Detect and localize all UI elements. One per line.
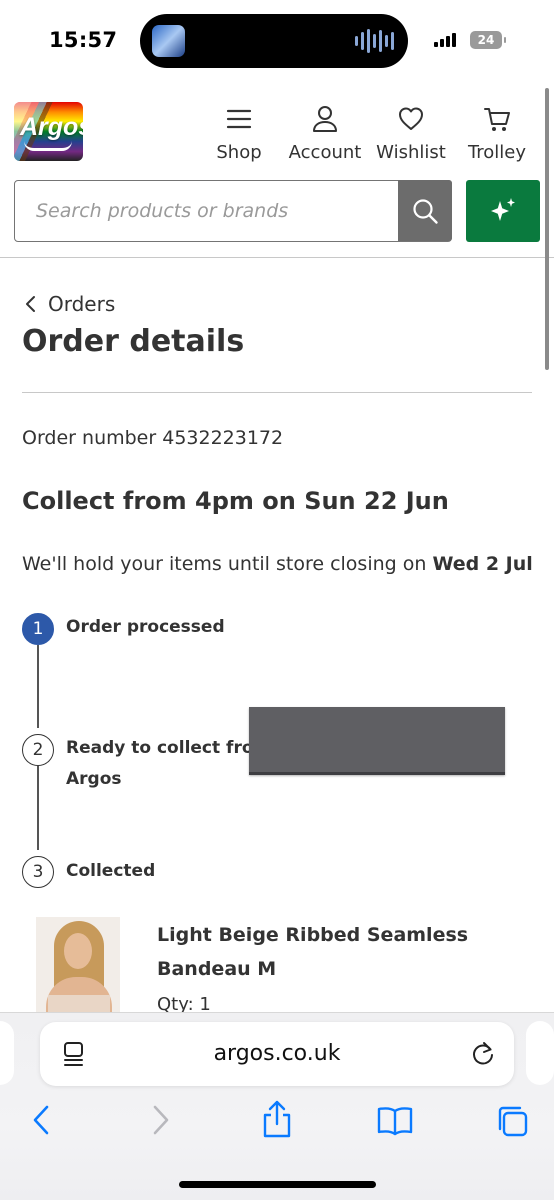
share-icon[interactable] [260,1099,294,1139]
browser-toolbar: argos.co.uk [0,1012,554,1200]
title-divider [22,392,532,393]
search-icon [413,198,438,224]
address-bar[interactable]: argos.co.uk [40,1022,514,1086]
nav-wishlist-label: Wishlist [376,142,446,163]
nav-account[interactable]: Account [287,104,363,163]
product-title[interactable]: Light Beige Ribbed Seamless Bandeau M [157,918,477,986]
tabs-icon[interactable] [494,1103,530,1139]
step-2-label-line2: Argos [66,769,122,789]
page-scrollbar[interactable] [545,88,549,370]
nav-trolley-label: Trolley [467,142,527,163]
step-connector-1 [37,645,39,728]
ai-assistant-button[interactable] [466,180,540,242]
nav-account-label: Account [288,142,362,163]
order-number: Order number 4532223172 [22,427,284,449]
home-indicator[interactable] [179,1181,376,1188]
bookmarks-icon[interactable] [376,1105,414,1137]
back-to-orders-link[interactable]: Orders [24,292,115,316]
header-divider [0,257,554,258]
step-2-label: Ready to collect from Argos [66,733,271,795]
step-1-number: 1 [32,619,44,639]
url-text: argos.co.uk [213,1041,341,1066]
logo-swoosh [24,141,72,151]
step-3-indicator: 3 [22,856,54,888]
logo-text: Argos [20,113,83,141]
back-label: Orders [48,292,116,316]
battery-level: 24 [477,33,495,47]
battery-icon: 24 [470,31,506,49]
audio-waveform-icon [355,28,394,54]
trolley-icon [484,108,510,131]
nav-wishlist[interactable]: Wishlist [375,104,447,163]
chevron-left-icon [26,296,35,312]
now-playing-artwork [152,25,185,57]
menu-icon [226,109,252,129]
previous-tab-card[interactable] [0,1021,14,1085]
cellular-signal-icon [434,33,456,47]
hold-text: We'll hold your items until store closin… [22,553,433,575]
search-input[interactable] [15,181,399,240]
step-2-number: 2 [32,740,44,760]
redaction-overlay [249,707,505,775]
search-bar [14,180,452,242]
step-connector-2 [37,766,39,850]
status-time: 15:57 [49,28,118,52]
step-3-number: 3 [32,862,44,882]
hold-notice: We'll hold your items until store closin… [22,553,533,575]
nav-trolley[interactable]: Trolley [466,104,528,163]
forward-icon[interactable] [150,1103,172,1137]
product-title-line1: Light Beige Ribbed Seamless [157,924,469,946]
collect-heading: Collect from 4pm on Sun 22 Jun [22,487,449,515]
next-tab-card[interactable] [526,1021,554,1085]
product-image-face [64,933,92,969]
user-icon [313,106,337,132]
product-image[interactable] [36,917,120,1013]
heart-icon [399,107,423,130]
nav-shop-label: Shop [216,142,262,163]
hold-date: Wed 2 Jul [432,553,533,575]
product-image-bandeau [48,995,110,1013]
reload-icon[interactable] [470,1040,496,1068]
step-3-label: Collected [66,861,156,881]
dynamic-island[interactable] [140,14,408,68]
page-title: Order details [22,324,245,359]
nav-shop[interactable]: Shop [212,104,266,163]
search-button[interactable] [398,180,452,241]
product-title-line2: Bandeau M [157,958,277,980]
step-2-indicator: 2 [22,734,54,766]
step-1-indicator: 1 [22,613,54,645]
step-2-label-line1: Ready to collect from [66,738,272,758]
argos-logo[interactable]: Argos [14,102,83,161]
step-1-label: Order processed [66,617,225,637]
back-icon[interactable] [30,1103,52,1137]
sparkle-icon [491,198,515,221]
status-bar: 15:57 24 [0,0,554,86]
